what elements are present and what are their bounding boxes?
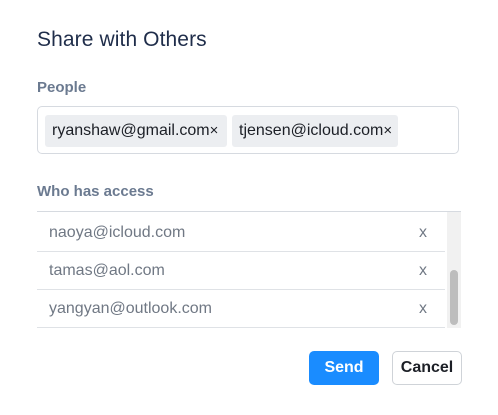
access-email: tamas@aol.com <box>49 262 165 279</box>
remove-access-icon[interactable]: x <box>419 224 427 242</box>
access-row: naoya@icloud.com x <box>37 214 445 252</box>
cancel-button[interactable]: Cancel <box>392 351 462 385</box>
dialog-title: Share with Others <box>37 28 207 51</box>
remove-recipient-icon[interactable]: × <box>383 122 392 139</box>
recipient-chip-email: tjensen@icloud.com <box>239 122 384 139</box>
people-label: People <box>37 79 87 96</box>
recipient-chip-email: ryanshaw@gmail.com <box>52 122 210 139</box>
access-email: yangyan@outlook.com <box>49 300 212 317</box>
scrollbar-thumb[interactable] <box>450 270 458 325</box>
access-list: naoya@icloud.com x tamas@aol.com x yangy… <box>37 211 461 328</box>
access-email: naoya@icloud.com <box>49 224 186 241</box>
people-input[interactable]: ryanshaw@gmail.com× tjensen@icloud.com× <box>37 106 459 154</box>
recipient-chip: ryanshaw@gmail.com× <box>45 115 227 147</box>
access-row: yangyan@outlook.com x <box>37 290 445 328</box>
access-label: Who has access <box>37 183 154 200</box>
recipient-chip: tjensen@icloud.com× <box>232 115 398 147</box>
access-scrollbar[interactable] <box>447 212 461 328</box>
remove-access-icon[interactable]: x <box>419 262 427 280</box>
access-row: tamas@aol.com x <box>37 252 445 290</box>
send-button[interactable]: Send <box>309 351 379 385</box>
share-dialog: Share with Others People ryanshaw@gmail.… <box>0 0 498 415</box>
remove-recipient-icon[interactable]: × <box>210 122 219 139</box>
remove-access-icon[interactable]: x <box>419 300 427 318</box>
